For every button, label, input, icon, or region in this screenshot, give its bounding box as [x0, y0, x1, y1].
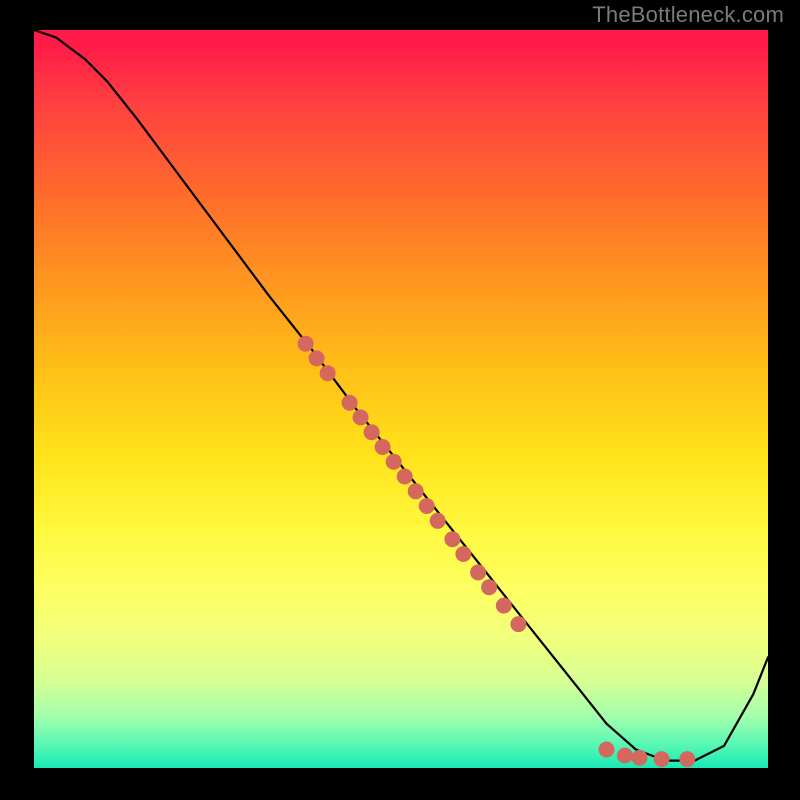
data-point: [342, 395, 358, 411]
data-point: [617, 748, 633, 764]
line-chart-svg: [34, 30, 768, 768]
data-point: [353, 409, 369, 425]
data-point: [430, 513, 446, 529]
bottleneck-curve: [34, 30, 768, 761]
data-point: [298, 336, 314, 352]
data-point: [455, 546, 471, 562]
data-point: [309, 350, 325, 366]
data-point: [510, 616, 526, 632]
data-point: [470, 564, 486, 580]
chart-container: TheBottleneck.com: [0, 0, 800, 800]
plot-area: [34, 30, 768, 768]
data-point: [481, 579, 497, 595]
data-point: [444, 531, 460, 547]
data-point: [632, 750, 648, 766]
data-point: [364, 424, 380, 440]
data-point: [654, 751, 670, 767]
data-point: [397, 469, 413, 485]
data-point: [599, 742, 615, 758]
attribution-text: TheBottleneck.com: [592, 2, 784, 28]
data-point: [408, 483, 424, 499]
data-point: [375, 439, 391, 455]
data-point: [496, 598, 512, 614]
data-point: [386, 454, 402, 470]
data-point: [320, 365, 336, 381]
data-points-group: [298, 336, 696, 767]
data-point: [419, 498, 435, 514]
data-point: [679, 751, 695, 767]
